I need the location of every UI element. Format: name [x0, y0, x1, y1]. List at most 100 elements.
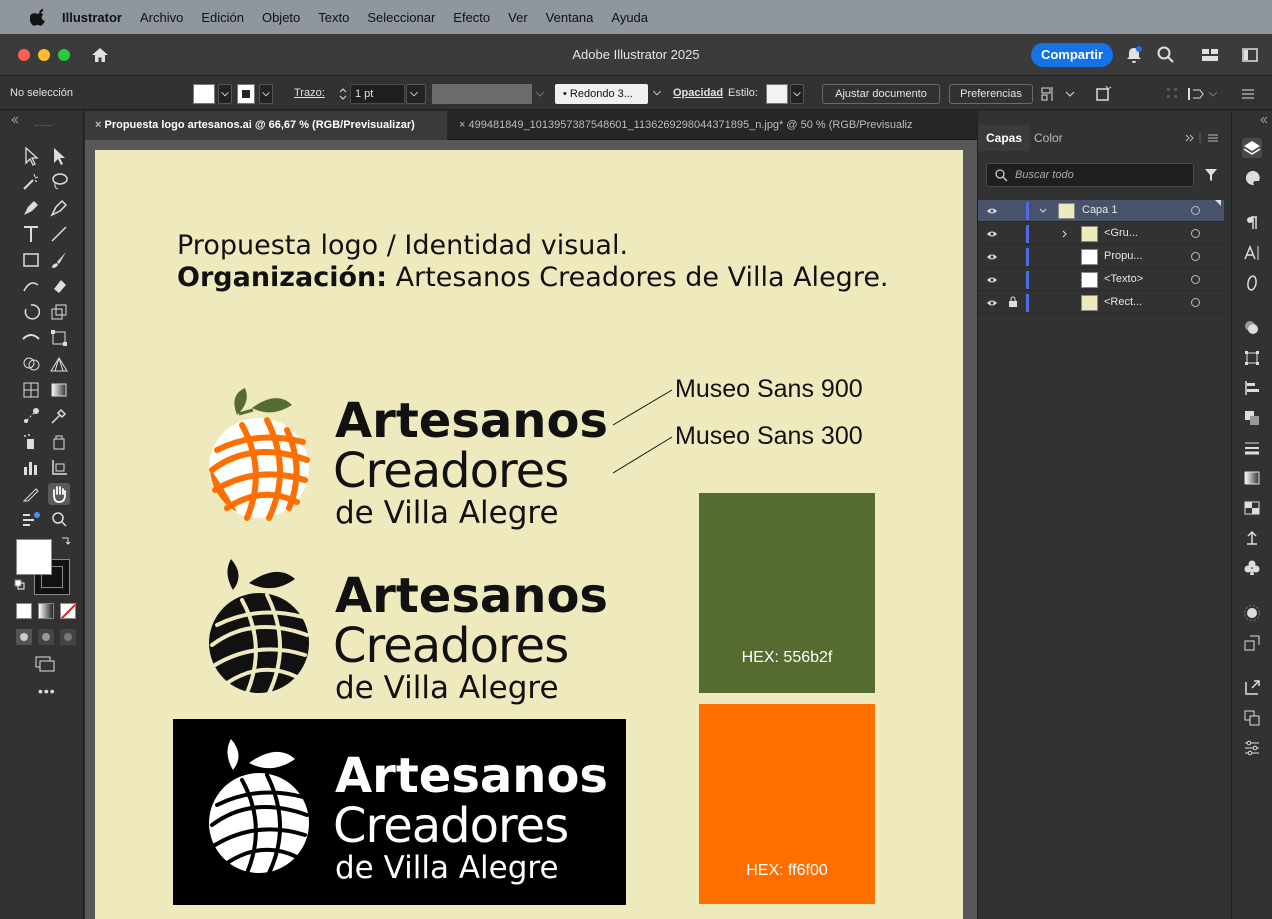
menu-ver[interactable]: Ver	[508, 10, 528, 25]
layer-row[interactable]: <Rect...	[978, 292, 1224, 314]
stroke-stepper-icon[interactable]	[338, 86, 348, 102]
pathfinder-icon[interactable]	[1242, 408, 1262, 428]
preferences-button[interactable]: Preferencias	[949, 84, 1033, 104]
fill-color-box[interactable]	[16, 539, 52, 575]
menu-archivo[interactable]: Archivo	[140, 10, 183, 25]
menu-texto[interactable]: Texto	[318, 10, 349, 25]
properties-sliders-icon[interactable]	[1242, 738, 1262, 758]
column-graph-tool-icon[interactable]	[20, 457, 42, 479]
logo-emblem-white[interactable]	[207, 735, 317, 885]
mesh-tool-icon[interactable]	[20, 379, 42, 401]
align-icon[interactable]	[1242, 378, 1262, 398]
menu-illustrator[interactable]: Illustrator	[62, 10, 122, 25]
character-icon[interactable]	[1242, 243, 1262, 263]
color-swatch-orange[interactable]: HEX: ff6f00	[699, 704, 875, 904]
recolor-artwork-icon[interactable]	[1094, 84, 1114, 104]
target-circle-icon[interactable]	[1191, 229, 1200, 238]
artboard[interactable]: Propuesta logo / Identidad visual. Organ…	[95, 150, 963, 919]
share-button[interactable]: Compartir	[1031, 43, 1113, 67]
panel-menu-icon[interactable]	[1184, 132, 1224, 144]
brightness-icon[interactable]	[1242, 603, 1262, 623]
rotate-tool-icon[interactable]	[20, 301, 42, 323]
variable-width-profile[interactable]	[432, 84, 532, 104]
distribute-icon[interactable]	[1186, 85, 1206, 103]
opacity-label[interactable]: Opacidad	[673, 76, 723, 110]
fit-document-button[interactable]: Ajustar documento	[822, 84, 940, 104]
gradient-panel-icon[interactable]	[1242, 468, 1262, 488]
shape-builder-tool-icon[interactable]	[20, 353, 42, 375]
stroke-panel-icon[interactable]	[1242, 438, 1262, 458]
apple-icon[interactable]	[30, 8, 48, 26]
curvature-tool-icon[interactable]	[48, 197, 70, 219]
logo-emblem-color[interactable]	[207, 380, 317, 530]
logo3-word-artesanos[interactable]: Artesanos	[335, 748, 608, 804]
filter-icon[interactable]	[1203, 167, 1219, 183]
heading-line1[interactable]: Propuesta logo / Identidad visual.	[177, 230, 628, 261]
transform-icon[interactable]	[1242, 348, 1262, 368]
tab-propuesta-logo[interactable]: × Propuesta logo artesanos.ai @ 66,67 % …	[85, 111, 447, 140]
collapse-toolbar-icon[interactable]	[10, 115, 20, 125]
color-mode-button[interactable]	[16, 603, 32, 619]
control-menu-icon[interactable]	[1240, 86, 1256, 102]
heading-line2[interactable]: Organización: Artesanos Creadores de Vil…	[177, 262, 889, 293]
stroke-swatch-dropdown[interactable]	[259, 84, 273, 104]
stroke-label[interactable]: Trazo:	[294, 76, 325, 110]
stroke-weight-input[interactable]: 1 pt	[350, 84, 405, 104]
lasso-tool-icon[interactable]	[48, 171, 70, 193]
logo3-word-villa-alegre[interactable]: de Villa Alegre	[335, 850, 559, 886]
line-segment-tool-icon[interactable]	[48, 223, 70, 245]
target-circle-icon[interactable]	[1191, 206, 1200, 215]
blend-tool-icon[interactable]	[20, 405, 42, 427]
asset-export-icon[interactable]	[1242, 633, 1262, 653]
visibility-eye-icon[interactable]	[986, 205, 998, 217]
logo1-word-creadores[interactable]: Creadores	[333, 443, 569, 499]
graphic-style-swatch[interactable]	[766, 84, 788, 104]
free-transform-tool-icon[interactable]	[48, 327, 70, 349]
scale-tool-icon[interactable]	[48, 301, 70, 323]
menu-ayuda[interactable]: Ayuda	[611, 10, 648, 25]
layer-row[interactable]: <Gru...	[978, 223, 1224, 245]
logo2-word-creadores[interactable]: Creadores	[333, 618, 569, 674]
paintbrush-tool-icon[interactable]	[48, 249, 70, 271]
chevron-down-icon[interactable]	[1038, 206, 1048, 216]
target-circle-icon[interactable]	[1191, 298, 1200, 307]
symbol-sprayer-tool-icon[interactable]	[20, 431, 42, 453]
color-palette-icon[interactable]	[1242, 168, 1262, 188]
notifications-icon[interactable]	[1124, 45, 1144, 65]
logo2-word-artesanos[interactable]: Artesanos	[335, 568, 608, 624]
transparency-icon[interactable]	[1242, 498, 1262, 518]
color-swatch-green[interactable]: HEX: 556b2f	[699, 493, 875, 693]
menu-ventana[interactable]: Ventana	[546, 10, 594, 25]
perspective-grid-tool-icon[interactable]	[48, 353, 70, 375]
shaper-tool-icon[interactable]	[20, 275, 42, 297]
menu-seleccionar[interactable]: Seleccionar	[367, 10, 435, 25]
paragraph-icon[interactable]	[1242, 213, 1262, 233]
appearance-icon[interactable]	[1242, 318, 1262, 338]
logo1-word-artesanos[interactable]: Artesanos	[335, 393, 608, 449]
distribute-chevron-icon[interactable]	[1207, 88, 1219, 100]
direct-selection-tool-icon[interactable]	[48, 145, 70, 167]
lock-icon[interactable]	[1008, 296, 1018, 308]
visibility-eye-icon[interactable]	[986, 228, 998, 240]
artboards-icon[interactable]	[1242, 708, 1262, 728]
layer-row[interactable]: <Texto>	[978, 269, 1224, 291]
type-tool-icon[interactable]	[20, 223, 42, 245]
collapse-panels-icon[interactable]	[1259, 115, 1269, 125]
eraser-tool-icon[interactable]	[48, 275, 70, 297]
menu-objeto[interactable]: Objeto	[262, 10, 300, 25]
target-circle-icon[interactable]	[1191, 275, 1200, 284]
visibility-eye-icon[interactable]	[986, 297, 998, 309]
layer-row[interactable]: Propu...	[978, 246, 1224, 268]
menu-edicion[interactable]: Edición	[201, 10, 244, 25]
canvas[interactable]: Propuesta logo / Identidad visual. Organ…	[85, 140, 977, 919]
stroke-weight-dropdown[interactable]	[406, 84, 426, 104]
selection-tool-icon[interactable]	[20, 145, 42, 167]
tab-jpg-image[interactable]: × 499481849_1013957387548601_11362692980…	[447, 111, 977, 140]
rectangle-tool-icon[interactable]	[20, 249, 42, 271]
screen-mode-icon[interactable]	[34, 655, 56, 673]
pen-tool-icon[interactable]	[20, 197, 42, 219]
target-circle-icon[interactable]	[1191, 252, 1200, 261]
panel-toggle-icon[interactable]	[1240, 45, 1260, 65]
tab-layers[interactable]: Capas	[978, 125, 1031, 151]
magic-wand-tool-icon[interactable]	[20, 171, 42, 193]
